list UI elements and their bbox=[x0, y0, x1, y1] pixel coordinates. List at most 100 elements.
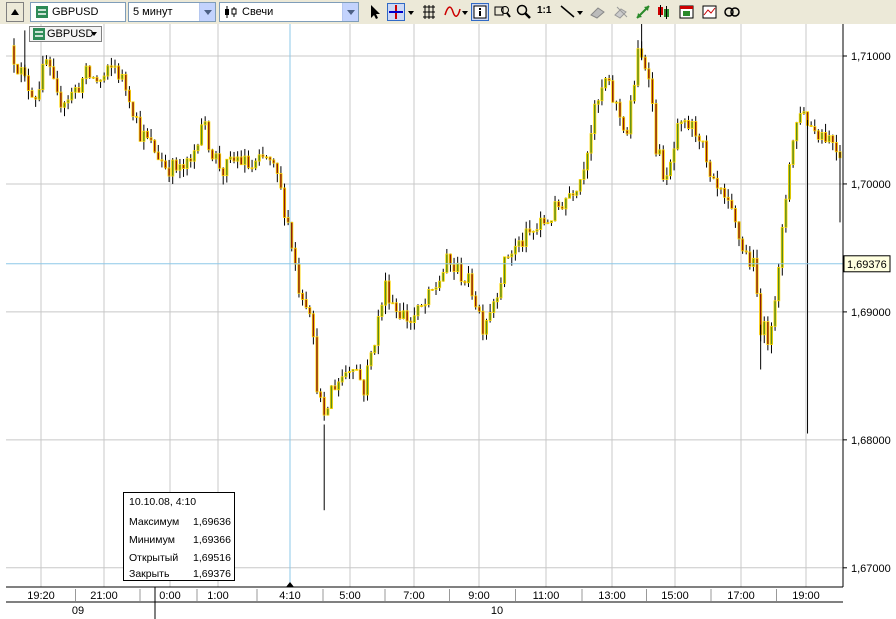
zoom-rect-icon[interactable] bbox=[493, 3, 511, 21]
candle-up bbox=[683, 120, 687, 123]
info-icon[interactable] bbox=[471, 3, 489, 21]
zoom-one-to-one-button[interactable]: 1:1 bbox=[536, 3, 552, 21]
candle-up bbox=[668, 161, 672, 177]
time-tick-label: 19:20 bbox=[27, 590, 55, 602]
candle-up bbox=[113, 65, 117, 68]
candle-up bbox=[495, 297, 499, 303]
candle-down bbox=[88, 65, 92, 78]
candle-down bbox=[124, 73, 128, 91]
candle-up bbox=[636, 48, 640, 86]
timeframe-select[interactable]: 5 минут bbox=[128, 2, 216, 22]
candle-down bbox=[394, 302, 398, 312]
time-tick-label: 1:00 bbox=[207, 590, 228, 602]
candle-down bbox=[189, 158, 193, 162]
clear-drawings-icon[interactable] bbox=[612, 3, 630, 21]
candle-up bbox=[466, 273, 470, 284]
candle-down bbox=[322, 396, 326, 416]
candle-down bbox=[643, 56, 647, 70]
candle-up bbox=[326, 408, 330, 416]
candle-up bbox=[575, 190, 579, 196]
candle-down bbox=[834, 142, 838, 153]
candle-up bbox=[178, 164, 182, 171]
candle-up bbox=[582, 169, 586, 180]
price-tick-label: 1,70000 bbox=[851, 179, 891, 191]
indicators-icon[interactable] bbox=[443, 3, 469, 21]
candle-down bbox=[362, 379, 366, 396]
line-tool-icon[interactable] bbox=[559, 3, 585, 21]
candle-down bbox=[697, 135, 701, 142]
candle-up bbox=[762, 321, 766, 336]
candle-up bbox=[66, 99, 70, 104]
candle-down bbox=[622, 116, 626, 131]
chevron-down-icon[interactable] bbox=[342, 3, 358, 21]
candle-up bbox=[589, 133, 593, 154]
collapse-panel-button[interactable] bbox=[6, 2, 24, 22]
candle-down bbox=[207, 121, 211, 151]
price-tick-label: 1,68000 bbox=[851, 435, 891, 447]
instrument-icon bbox=[33, 28, 45, 40]
candle-down bbox=[625, 129, 629, 135]
eraser-icon[interactable] bbox=[589, 3, 607, 21]
tooltip-row: Максимум 1,69636 bbox=[129, 516, 231, 528]
candle-up bbox=[567, 193, 571, 199]
candle-down bbox=[708, 161, 712, 177]
candle-up bbox=[488, 312, 492, 321]
candle-up bbox=[777, 266, 781, 302]
instrument-icon bbox=[36, 6, 48, 18]
candle-up bbox=[751, 257, 755, 267]
chevron-down-icon[interactable] bbox=[199, 3, 215, 21]
candle-up bbox=[517, 240, 521, 247]
candle-down bbox=[405, 310, 409, 322]
candle-up bbox=[228, 156, 232, 160]
crosshair-icon[interactable] bbox=[387, 3, 405, 21]
candle-up bbox=[254, 160, 258, 169]
candle-down bbox=[174, 159, 178, 171]
cursor-arrow-icon[interactable] bbox=[366, 3, 384, 21]
candle-down bbox=[387, 280, 391, 304]
candle-up bbox=[802, 111, 806, 114]
chevron-down-icon[interactable] bbox=[406, 3, 416, 21]
expand-arrows-icon[interactable] bbox=[634, 3, 652, 21]
candle-up bbox=[827, 135, 831, 143]
candles-icon bbox=[225, 6, 237, 18]
chart-type-select[interactable]: Свечи bbox=[219, 2, 359, 22]
candle-up bbox=[171, 159, 175, 177]
candle-down bbox=[542, 217, 546, 224]
chart-symbol-tag[interactable]: GBPUSD bbox=[29, 26, 102, 42]
chart-type-value: Свечи bbox=[242, 6, 274, 18]
candle-up bbox=[658, 149, 662, 155]
candle-down bbox=[333, 385, 337, 391]
candle-up bbox=[791, 140, 795, 165]
candle-up bbox=[225, 158, 229, 177]
symbol-value: GBPUSD bbox=[52, 6, 99, 18]
candle-up bbox=[142, 130, 146, 142]
candle-up bbox=[365, 365, 370, 396]
candle-up bbox=[70, 91, 74, 101]
candle-up bbox=[402, 310, 406, 320]
candle-up bbox=[62, 102, 67, 108]
time-tick-label: 9:00 bbox=[468, 590, 489, 602]
candle-colors-icon[interactable] bbox=[656, 3, 674, 21]
candle-down bbox=[16, 63, 20, 75]
candle-down bbox=[77, 87, 81, 93]
candle-down bbox=[560, 206, 564, 210]
candle-down bbox=[766, 321, 770, 345]
magnifier-icon[interactable] bbox=[515, 3, 533, 21]
candle-up bbox=[820, 132, 824, 140]
candle-up bbox=[690, 121, 694, 130]
link-icon[interactable] bbox=[723, 3, 741, 21]
grid-icon[interactable] bbox=[420, 3, 438, 21]
candle-up bbox=[549, 220, 553, 224]
price-tick-label: 1,71000 bbox=[851, 51, 891, 63]
window-icon[interactable] bbox=[678, 3, 696, 21]
candle-up bbox=[41, 63, 45, 91]
chart-properties-icon[interactable] bbox=[701, 3, 719, 21]
candle-down bbox=[308, 307, 312, 315]
candle-down bbox=[730, 199, 734, 209]
candle-down bbox=[715, 177, 719, 189]
candle-down bbox=[319, 391, 323, 398]
candle-down bbox=[297, 263, 301, 294]
candle-down bbox=[156, 151, 160, 161]
candle-down bbox=[611, 80, 615, 103]
symbol-select[interactable]: GBPUSD bbox=[30, 2, 126, 22]
